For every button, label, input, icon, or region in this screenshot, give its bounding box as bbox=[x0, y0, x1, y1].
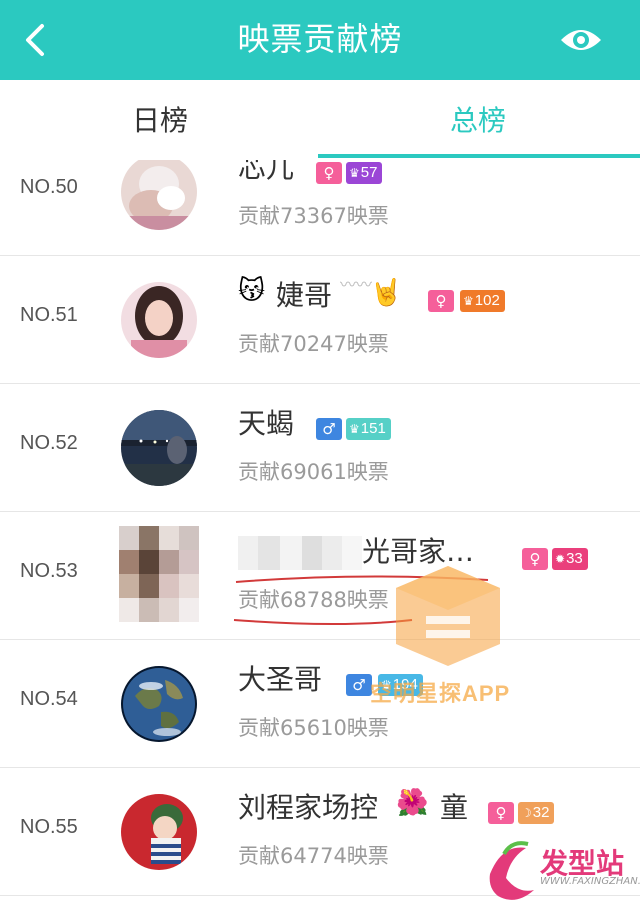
level-badge: ☽32 bbox=[518, 802, 555, 824]
tab-daily[interactable]: 日榜 bbox=[60, 80, 260, 160]
active-tab-indicator bbox=[318, 154, 640, 158]
list-item[interactable]: NO.51 😽 婕哥 〰〰 🤘 ♀ ♛102 贡献70247映票 bbox=[0, 256, 640, 384]
user-name: 天蝎 bbox=[238, 407, 295, 440]
crown-icon: ♛ bbox=[349, 422, 360, 436]
eye-icon bbox=[561, 30, 601, 50]
rank-label: NO.55 bbox=[20, 816, 78, 838]
page-title: 映票贡献榜 bbox=[237, 20, 403, 58]
gender-badge: ♀ bbox=[428, 290, 454, 312]
contribution-text: 贡献73367映票 bbox=[238, 204, 389, 228]
gender-badge: ♀ bbox=[316, 162, 342, 184]
level-badge: ♛151 bbox=[346, 418, 391, 440]
top-bar: 映票贡献榜 bbox=[0, 0, 640, 80]
contribution-text: 贡献69061映票 bbox=[238, 460, 389, 484]
watermark-text: 空明星探APP bbox=[370, 681, 511, 706]
list-item[interactable]: NO.54 大圣哥 ♂ ♛194 贡献65610映票 bbox=[0, 640, 640, 768]
rank-label: NO.50 bbox=[20, 176, 78, 198]
list-item[interactable]: NO.53 光哥家… ♀ ✹33 贡献68788映票 bbox=[0, 512, 640, 640]
avatar bbox=[121, 160, 197, 230]
rock-hand-icon: 🤘 bbox=[370, 278, 403, 308]
cat-emoji-icon: 😽 bbox=[238, 276, 266, 306]
avatar bbox=[121, 794, 197, 870]
tab-bar: 日榜 总榜 bbox=[0, 80, 640, 160]
gender-badge: ♀ bbox=[488, 802, 514, 824]
contribution-text: 贡献65610映票 bbox=[238, 716, 389, 740]
user-name-suffix: 童 bbox=[440, 791, 469, 824]
crown-icon: ♛ bbox=[463, 294, 474, 308]
eye-button[interactable] bbox=[558, 20, 604, 60]
avatar bbox=[119, 526, 199, 622]
watermark-box-logo bbox=[396, 566, 500, 666]
list-item[interactable]: NO.52 天蝎 ♂ ♛151 贡献69061映票 bbox=[0, 384, 640, 512]
crown-icon: ♛ bbox=[349, 166, 360, 180]
level-badge: ♛57 bbox=[346, 162, 383, 184]
user-name: 婕哥 bbox=[276, 279, 333, 312]
ranking-list[interactable]: NO.50 芯儿 ♀ ♛57 贡献73367映票 NO.51 😽 婕哥 〰〰 🤘… bbox=[0, 160, 640, 908]
rank-label: NO.52 bbox=[20, 432, 78, 454]
gender-badge: ♂ bbox=[346, 674, 372, 696]
list-item[interactable]: NO.50 芯儿 ♀ ♛57 贡献73367映票 bbox=[0, 160, 640, 256]
avatar bbox=[121, 666, 197, 742]
sun-icon: ✹ bbox=[555, 552, 566, 566]
user-name: 芯儿 bbox=[238, 160, 295, 184]
hand-emoji-icon: 〰〰 bbox=[340, 275, 373, 294]
rank-label: NO.53 bbox=[20, 560, 78, 582]
user-name: 刘程家场控 bbox=[238, 791, 379, 824]
contribution-text: 贡献70247映票 bbox=[238, 332, 389, 356]
moon-icon: ☽ bbox=[521, 806, 532, 820]
level-badge: ♛102 bbox=[460, 290, 505, 312]
gender-badge: ♀ bbox=[522, 548, 548, 570]
gender-badge: ♂ bbox=[316, 418, 342, 440]
tab-total[interactable]: 总榜 bbox=[378, 80, 578, 160]
contribution-text: 贡献64774映票 bbox=[238, 844, 389, 868]
avatar bbox=[121, 282, 197, 358]
corner-watermark-url: WWW.FAXINGZHAN.COM bbox=[540, 876, 640, 887]
avatar bbox=[121, 410, 197, 486]
level-badge: ✹33 bbox=[552, 548, 588, 570]
user-name: 大圣哥 bbox=[238, 663, 323, 696]
rank-label: NO.54 bbox=[20, 688, 78, 710]
hibiscus-icon: 🌺 bbox=[396, 788, 429, 818]
rank-label: NO.51 bbox=[20, 304, 78, 326]
